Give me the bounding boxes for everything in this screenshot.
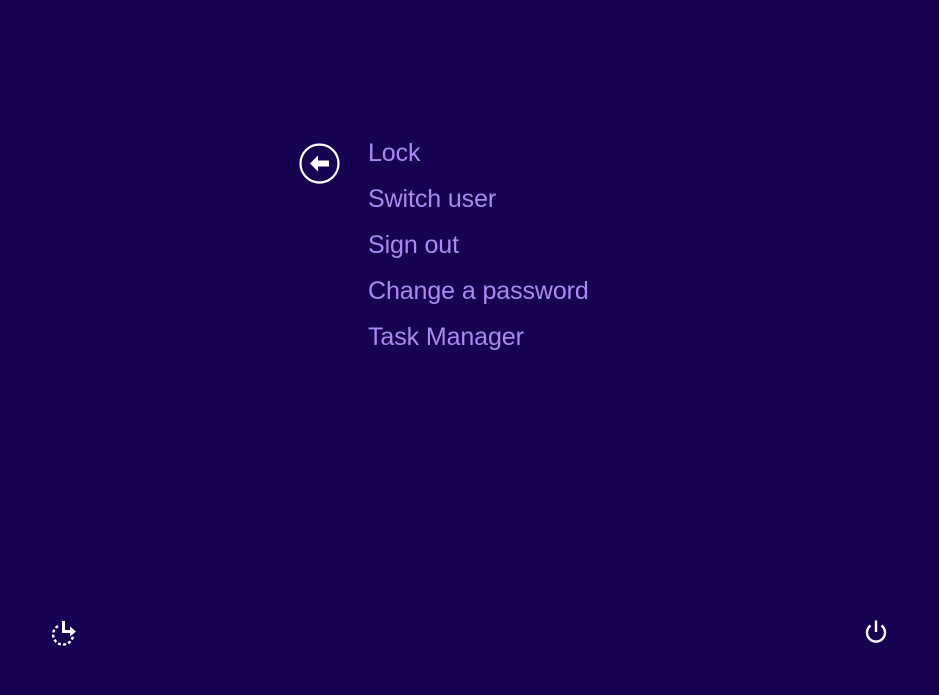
power-button[interactable] bbox=[862, 618, 890, 646]
menu-item-switch-user[interactable]: Switch user bbox=[368, 180, 589, 226]
ease-of-access-button[interactable] bbox=[49, 618, 79, 648]
back-button[interactable] bbox=[298, 142, 341, 185]
menu-item-sign-out[interactable]: Sign out bbox=[368, 226, 589, 272]
menu-item-task-manager[interactable]: Task Manager bbox=[368, 318, 589, 364]
menu-item-lock[interactable]: Lock bbox=[368, 134, 589, 180]
power-icon bbox=[865, 620, 887, 643]
ease-of-access-icon bbox=[51, 621, 76, 646]
security-options-menu: Lock Switch user Sign out Change a passw… bbox=[368, 134, 589, 364]
back-arrow-icon bbox=[299, 143, 340, 184]
security-options-screen: Lock Switch user Sign out Change a passw… bbox=[0, 0, 939, 695]
menu-item-change-password[interactable]: Change a password bbox=[368, 272, 589, 318]
